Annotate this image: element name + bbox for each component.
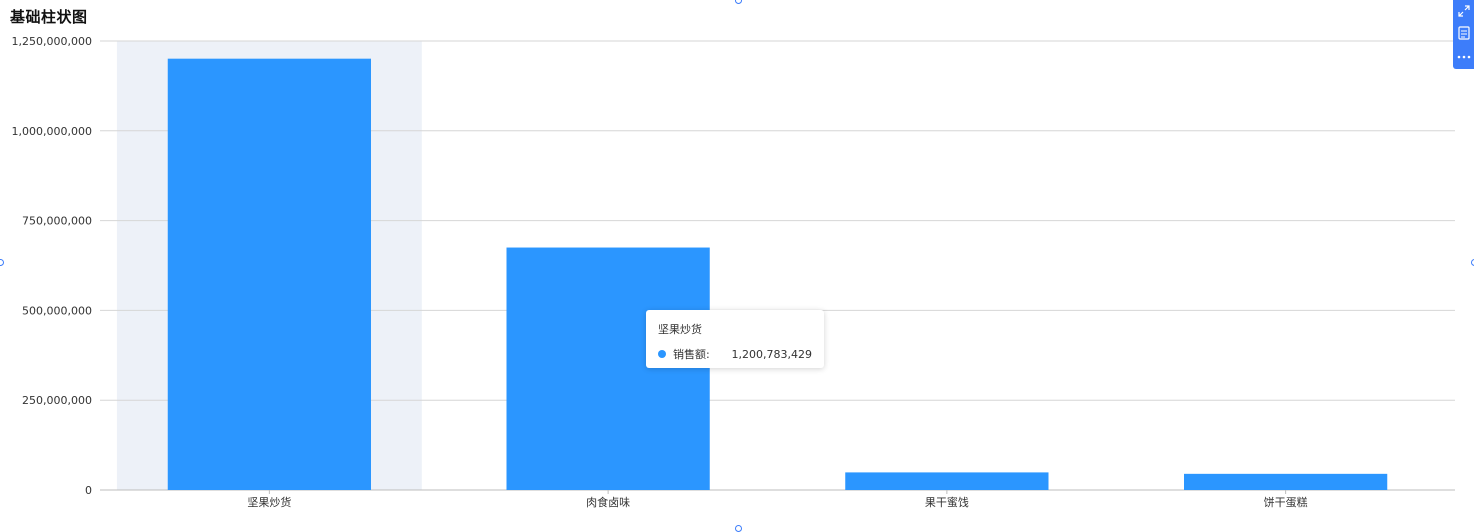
y-tick-label: 1,250,000,000 xyxy=(12,35,92,48)
x-tick-label: 饼干蛋糕 xyxy=(1264,495,1308,509)
x-tick-label: 坚果炒货 xyxy=(247,495,291,509)
y-tick-label: 250,000,000 xyxy=(22,394,92,407)
y-tick-label: 1,000,000,000 xyxy=(12,125,92,138)
expand-icon[interactable] xyxy=(1453,0,1474,21)
data-view-icon[interactable] xyxy=(1453,22,1474,43)
y-tick-label: 0 xyxy=(85,484,92,497)
bar[interactable] xyxy=(1184,473,1388,490)
bar[interactable] xyxy=(845,472,1049,490)
series-color-dot xyxy=(658,350,666,358)
chart-toolbar xyxy=(1453,0,1474,69)
tooltip-row: 销售额: 1,200,783,429 xyxy=(658,346,812,362)
bar-chart: 0 250,000,000 500,000,000 750,000,000 1,000,… xyxy=(12,35,1455,509)
tooltip-series-name: 销售额: xyxy=(673,348,710,361)
more-icon[interactable] xyxy=(1453,46,1474,67)
bar[interactable] xyxy=(506,247,710,490)
y-tick-label: 500,000,000 xyxy=(22,304,92,317)
x-tick-label: 肉食卤味 xyxy=(586,495,630,509)
chart-tooltip: 坚果炒货 销售额: 1,200,783,429 xyxy=(646,310,824,368)
tooltip-title: 坚果炒货 xyxy=(658,323,702,336)
bar[interactable] xyxy=(167,58,371,491)
bars xyxy=(167,58,1388,491)
y-tick-label: 750,000,000 xyxy=(22,215,92,228)
tooltip-value: 1,200,783,429 xyxy=(731,347,812,361)
x-tick-label: 果干蜜饯 xyxy=(925,495,969,509)
